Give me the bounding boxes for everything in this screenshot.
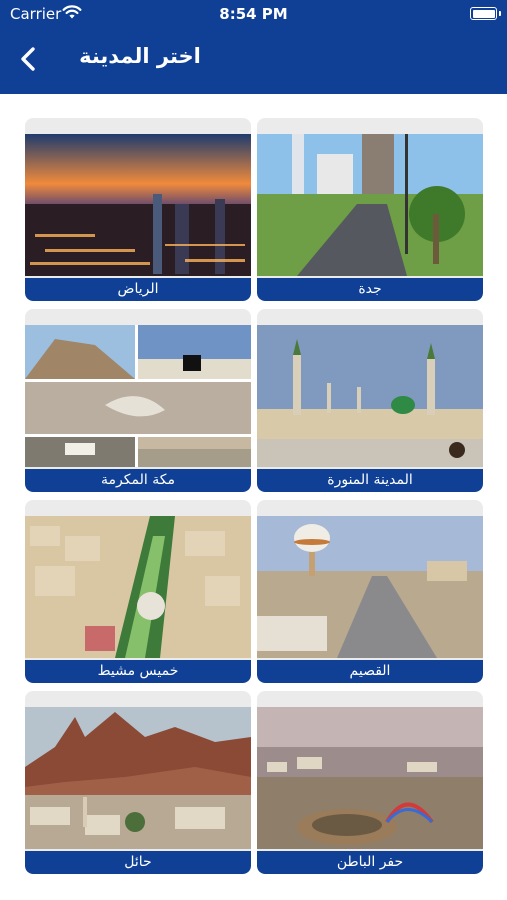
city-image-hafar-al-batin — [257, 707, 483, 849]
city-card-madinah[interactable]: المدينة المنورة — [257, 309, 483, 492]
city-card-khamis-mushait[interactable]: خميس مشيط — [25, 500, 251, 683]
city-card-qassim[interactable]: القصيم — [257, 500, 483, 683]
city-image-madinah — [257, 325, 483, 467]
city-image-riyadh — [25, 134, 251, 276]
city-image-khamis-mushait — [25, 516, 251, 658]
city-label-hafar-al-batin: حفر الباطن — [257, 851, 483, 874]
city-label-madinah: المدينة المنورة — [257, 469, 483, 492]
city-label-jeddah: جدة — [257, 278, 483, 301]
city-image-qassim — [257, 516, 483, 658]
chevron-left-icon[interactable] — [14, 44, 44, 74]
city-card-riyadh[interactable]: الرياض — [25, 118, 251, 301]
navigation-header: Carrier 8:54 PM اختر المدينة — [0, 0, 507, 94]
city-grid: الرياض جدة مكة المكرمة المدينة المنورة خ… — [0, 94, 507, 900]
city-label-khamis-mushait: خميس مشيط — [25, 660, 251, 683]
page-title: اختر المدينة — [79, 44, 201, 68]
status-time: 8:54 PM — [219, 5, 288, 23]
city-label-riyadh: الرياض — [25, 278, 251, 301]
city-image-hail — [25, 707, 251, 849]
city-card-hail[interactable]: حائل — [25, 691, 251, 874]
city-card-makkah[interactable]: مكة المكرمة — [25, 309, 251, 492]
status-bar: Carrier 8:54 PM — [0, 0, 507, 30]
battery-icon — [470, 7, 497, 20]
battery-cap — [499, 11, 501, 16]
city-label-hail: حائل — [25, 851, 251, 874]
city-card-jeddah[interactable]: جدة — [257, 118, 483, 301]
city-label-makkah: مكة المكرمة — [25, 469, 251, 492]
city-label-qassim: القصيم — [257, 660, 483, 683]
city-image-makkah — [25, 325, 251, 467]
city-card-hafar-al-batin[interactable]: حفر الباطن — [257, 691, 483, 874]
city-image-jeddah — [257, 134, 483, 276]
